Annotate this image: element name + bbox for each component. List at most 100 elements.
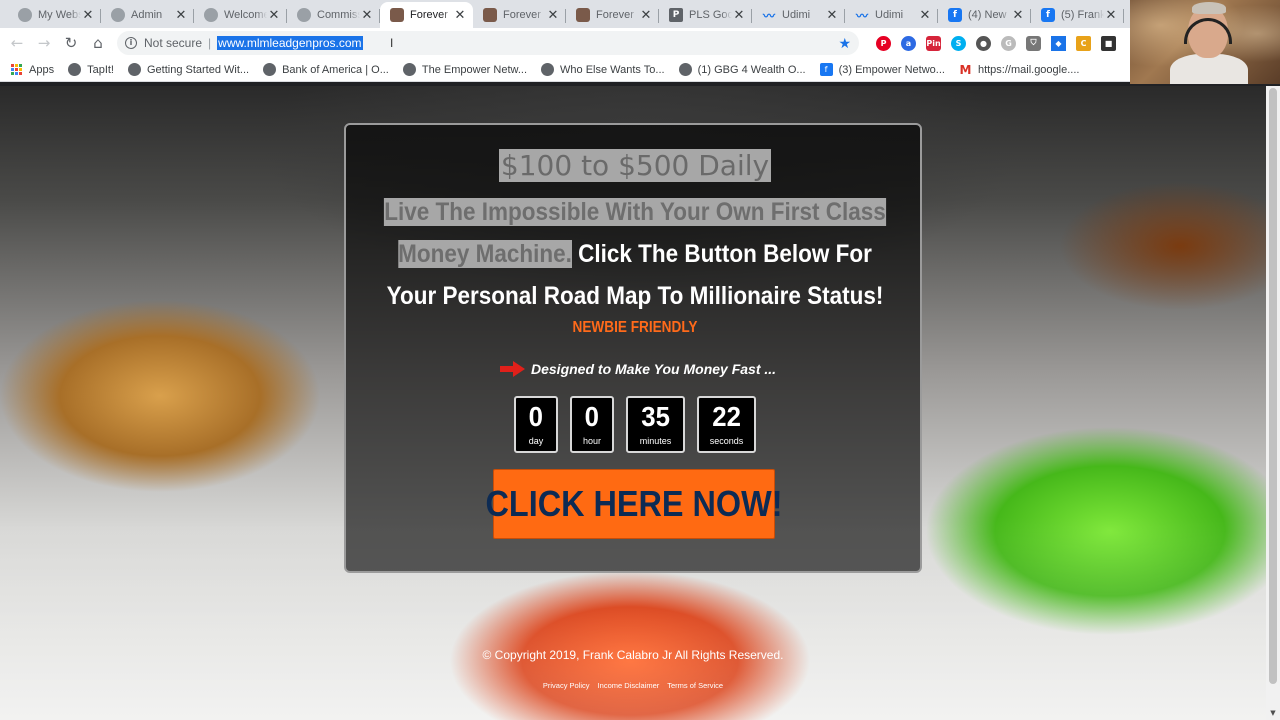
home-button[interactable]: ⌂	[85, 30, 111, 56]
globe-icon	[297, 8, 311, 22]
tagline-text: Designed to Make You Money Fast ...	[531, 361, 777, 377]
headline-line-1-text: Live The Impossible With Your Own First …	[384, 198, 886, 226]
shield-icon[interactable]: ⛉	[1026, 35, 1041, 51]
bookmark-getting-started[interactable]: Getting Started Wit...	[127, 63, 250, 76]
browser-toolbar: ← → ↻ ⌂ i Not secure | www.mlmleadgenpro…	[0, 28, 1130, 58]
pinterest-icon[interactable]: P	[876, 35, 891, 51]
tab-facebook-frank[interactable]: f (5) Frank ✕	[1031, 2, 1124, 28]
bookmark-gmail[interactable]: Mhttps://mail.google....	[959, 63, 1080, 77]
tagline: Designed to Make You Money Fast ...	[500, 361, 776, 377]
bookmark-label: Getting Started Wit...	[146, 63, 250, 76]
bookmark-bank-of-america[interactable]: Bank of America | O...	[263, 63, 389, 76]
extension-icon[interactable]: C	[1076, 35, 1091, 51]
bookmark-label: https://mail.google....	[977, 63, 1080, 76]
bookmark-label: TapIt!	[87, 63, 114, 76]
udimi-icon: 〰	[855, 8, 868, 23]
bookmark-who-else[interactable]: Who Else Wants To...	[541, 63, 665, 76]
close-tab-icon[interactable]: ✕	[453, 8, 467, 23]
globe-icon	[127, 63, 141, 76]
countdown-value: 0	[584, 401, 600, 432]
extension-icon[interactable]: ■	[1101, 35, 1116, 51]
countdown-value: 22	[712, 401, 741, 432]
close-tab-icon[interactable]: ✕	[732, 8, 746, 23]
forward-button[interactable]: →	[31, 30, 57, 56]
extension-icon[interactable]: a	[901, 35, 916, 51]
click-here-now-button[interactable]: CLICK HERE NOW!	[486, 469, 783, 539]
globe-icon	[18, 8, 32, 22]
countdown-minutes: 35 minutes	[626, 396, 685, 453]
tab-pls-google[interactable]: P PLS Google✕	[659, 2, 752, 28]
headline-line-2: Money Machine. Click The Button Below Fo…	[375, 233, 895, 275]
cta-label: CLICK HERE NOW!	[485, 483, 783, 524]
countdown-unit: minutes	[639, 436, 672, 446]
extension-icon[interactable]: ◆	[1051, 35, 1066, 51]
divider: |	[208, 36, 212, 50]
pls-icon: P	[669, 8, 683, 22]
facebook-icon: f	[819, 63, 833, 76]
reload-button[interactable]: ↻	[58, 30, 84, 56]
page-scrollbar[interactable]: ▲ ▼	[1266, 86, 1280, 720]
tab-title: Udimi	[875, 9, 904, 21]
privacy-policy-link[interactable]: Privacy Policy	[543, 681, 590, 690]
pinterest-save-icon[interactable]: Pin	[926, 35, 941, 51]
close-tab-icon[interactable]: ✕	[1104, 8, 1118, 23]
countdown-seconds: 22 seconds	[697, 396, 756, 453]
tab-title: Forever	[503, 9, 541, 21]
bookmark-star-icon[interactable]: ★	[838, 35, 851, 52]
tab-admin[interactable]: Admin ✕	[101, 2, 194, 28]
tab-title: (4) New	[968, 9, 1007, 21]
globe-icon	[541, 63, 555, 76]
scroll-down-arrow-icon[interactable]: ▼	[1266, 706, 1280, 720]
info-icon[interactable]: i	[125, 37, 137, 49]
countdown-days: 0 day	[514, 396, 558, 453]
close-tab-icon[interactable]: ✕	[81, 8, 95, 23]
bookmark-apps[interactable]: Apps	[10, 64, 54, 76]
tab-my-website[interactable]: My Website✕	[8, 2, 101, 28]
headline-line-1: Live The Impossible With Your Own First …	[375, 191, 895, 233]
tab-udimi-1[interactable]: 〰 Udimi ✕	[752, 2, 845, 28]
countdown-hours: 0 hour	[570, 396, 614, 453]
extension-icon[interactable]: ●	[976, 35, 991, 51]
close-tab-icon[interactable]: ✕	[267, 8, 281, 23]
tab-forever-2[interactable]: Forever ✕	[473, 2, 566, 28]
close-tab-icon[interactable]: ✕	[174, 8, 188, 23]
close-tab-icon[interactable]: ✕	[825, 8, 839, 23]
tab-udimi-2[interactable]: 〰 Udimi ✕	[845, 2, 938, 28]
address-bar[interactable]: i Not secure | www.mlmleadgenpros.com I …	[117, 31, 859, 55]
tab-welcome[interactable]: Welcome ✕	[194, 2, 287, 28]
tab-facebook-new[interactable]: f (4) New ✕	[938, 2, 1031, 28]
close-tab-icon[interactable]: ✕	[1011, 8, 1025, 23]
close-tab-icon[interactable]: ✕	[639, 8, 653, 23]
tab-title: Udimi	[782, 9, 811, 21]
bookmark-empower-network[interactable]: The Empower Netw...	[402, 63, 527, 76]
close-tab-icon[interactable]: ✕	[546, 8, 560, 23]
url-text[interactable]: www.mlmleadgenpros.com	[217, 36, 363, 50]
offer-panel: $100 to $500 Daily Live The Impossible W…	[344, 123, 922, 573]
scrollbar-thumb[interactable]	[1269, 88, 1277, 684]
tab-forever-active[interactable]: Forever ✕	[380, 2, 473, 28]
bookmark-label: (3) Empower Netwo...	[838, 63, 945, 76]
tab-commissions[interactable]: Commissions✕	[287, 2, 380, 28]
bookmark-gbg-wealth[interactable]: (1) GBG 4 Wealth O...	[678, 63, 806, 76]
close-tab-icon[interactable]: ✕	[918, 8, 932, 23]
skype-icon[interactable]: S	[951, 35, 966, 51]
income-disclaimer-link[interactable]: Income Disclaimer	[598, 681, 660, 690]
text-cursor-icon: I	[390, 36, 394, 50]
back-button[interactable]: ←	[4, 30, 30, 56]
close-tab-icon[interactable]: ✕	[360, 8, 374, 23]
globe-icon	[68, 63, 82, 76]
bookmark-label: Who Else Wants To...	[560, 63, 665, 76]
terms-of-service-link[interactable]: Terms of Service	[667, 681, 723, 690]
facebook-icon: f	[1041, 8, 1055, 22]
countdown-unit: hour	[582, 436, 601, 446]
tab-strip: My Website✕ Admin✕ Welcome✕ Commissions✕…	[0, 0, 1130, 28]
extensions-area: P a Pin S ● G ⛉ ◆ C ■	[871, 35, 1121, 51]
extension-icon[interactable]: G	[1001, 35, 1016, 51]
bookmark-tapit[interactable]: TapIt!	[68, 63, 114, 76]
headline-line-2-rest: Click The Button Below For	[571, 240, 872, 268]
countdown-value: 35	[641, 401, 670, 432]
webcam-person-hair	[1192, 2, 1226, 14]
tab-forever-3[interactable]: Forever ✕	[566, 2, 659, 28]
bookmark-empower-facebook[interactable]: f (3) Empower Netwo...	[819, 63, 945, 76]
profile-photo-icon	[390, 8, 404, 22]
